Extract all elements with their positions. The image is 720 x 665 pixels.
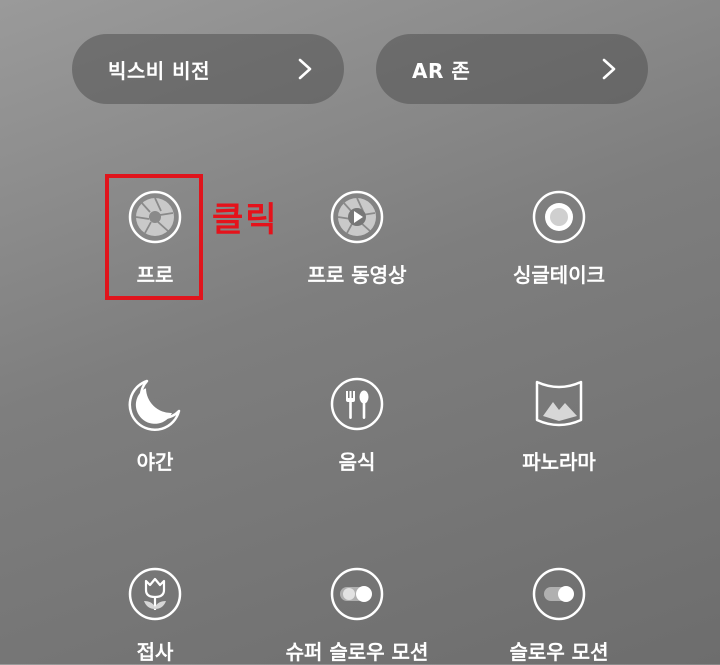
aperture-play-icon [330,190,384,244]
mode-super-slow-motion[interactable]: 슈퍼 슬로우 모션 [257,566,457,665]
ar-zone-button[interactable]: AR 존 [376,34,648,104]
mode-pro-video[interactable]: 프로 동영상 [257,189,457,288]
mode-macro[interactable]: 접사 [55,566,255,665]
mode-panorama-label: 파노라마 [522,450,596,474]
slow-toggle-icon [532,567,586,621]
click-annotation: 클릭 [212,200,279,240]
ar-zone-label: AR 존 [412,58,471,83]
mode-pro-video-label: 프로 동영상 [307,263,407,287]
super-slow-toggle-icon [330,567,384,621]
chevron-right-icon [602,58,616,80]
mode-super-slow-motion-label: 슈퍼 슬로우 모션 [285,640,429,664]
mode-slow-motion-label: 슬로우 모션 [509,640,609,664]
panorama-icon [535,380,583,427]
fork-spoon-icon [330,377,384,431]
moon-icon [128,379,181,432]
bixby-vision-label: 빅스비 비전 [108,58,210,83]
bixby-vision-button[interactable]: 빅스비 비전 [72,34,344,104]
tulip-icon [128,567,182,621]
mode-slow-motion[interactable]: 슬로우 모션 [459,566,659,665]
mode-food-label: 음식 [338,450,376,474]
mode-food[interactable]: 음식 [257,376,457,475]
chevron-right-icon [298,58,312,80]
mode-single-take-label: 싱글테이크 [513,263,605,287]
mode-macro-label: 접사 [136,640,174,664]
mode-night[interactable]: 야간 [55,376,255,475]
single-take-icon [532,190,586,244]
mode-night-label: 야간 [136,450,174,474]
mode-panorama[interactable]: 파노라마 [459,376,659,475]
mode-single-take[interactable]: 싱글테이크 [459,189,659,288]
highlight-box [105,174,203,300]
